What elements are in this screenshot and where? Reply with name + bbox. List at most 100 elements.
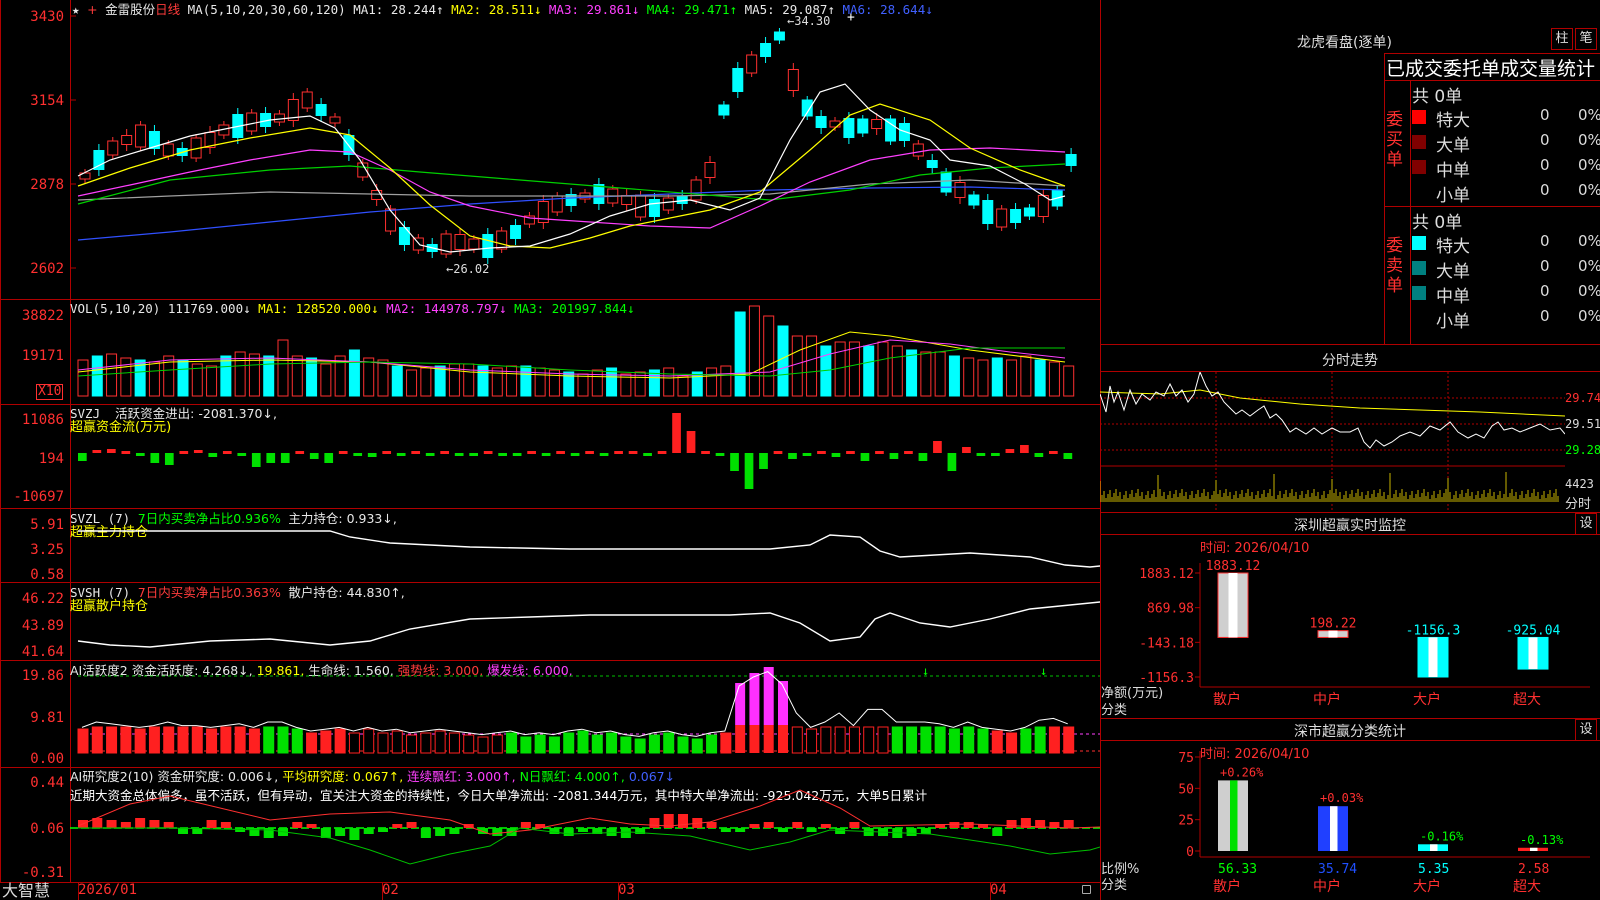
candle [746, 54, 758, 74]
intraday-bottom [1100, 512, 1600, 513]
volume-bar [763, 315, 775, 397]
volume-bar [777, 325, 789, 397]
volume-bar [148, 361, 160, 397]
svzj-bar [440, 451, 450, 454]
dragon-bottom [1100, 344, 1600, 345]
activity-bar [277, 726, 289, 754]
svzj-bar [643, 453, 652, 456]
ai2-chart[interactable]: ↓ ↓ [70, 661, 1100, 767]
activity-bar [749, 673, 760, 725]
svzj-bar [1063, 453, 1073, 459]
divider-footer [0, 882, 1100, 883]
candle [704, 162, 716, 178]
svzj-bar [570, 453, 580, 456]
svzj-bar [266, 453, 276, 463]
classify-value-label: 56.33 [1218, 862, 1257, 877]
monitor-title: 深圳超赢实时监控 [1294, 518, 1406, 534]
volume-bar [1020, 355, 1032, 397]
vol-ylabel-0: 38822 [21, 308, 64, 324]
svzj-chart[interactable] [70, 405, 1100, 508]
candle [871, 119, 883, 129]
activity-bar [191, 726, 203, 754]
candle [1065, 154, 1077, 166]
volume-bar [120, 357, 132, 397]
svzj-bar [237, 453, 247, 456]
svzl-line [78, 530, 1100, 568]
activity-bar [1063, 726, 1075, 754]
activity-bar [834, 726, 846, 754]
svzj-bar [179, 451, 189, 454]
research-bar [520, 822, 531, 828]
candle [968, 194, 980, 206]
activity-bar [749, 725, 760, 753]
candle [940, 171, 952, 193]
activity-bar [377, 732, 389, 754]
buy-order-type: 小单 [1436, 186, 1470, 206]
activity-bar [920, 726, 932, 754]
svsh-ylabel-2: 41.64 [21, 644, 64, 660]
research-bar [235, 828, 246, 832]
classify-chart[interactable]: 75 50 25 0 +0.26% 56.33散户 +0.03% 35.74中户 -0.16%… [1100, 741, 1600, 900]
svzj-bar [759, 453, 768, 469]
volume-chart[interactable] [70, 300, 1100, 404]
candle [468, 238, 480, 250]
volume-bar [577, 373, 589, 397]
activity-bar [735, 725, 746, 753]
svzl-chart[interactable] [70, 509, 1100, 582]
volume-bar [491, 367, 503, 397]
ai2-ylabel-0: 19.86 [21, 668, 64, 684]
research-bar [778, 828, 788, 832]
volume-bar [848, 341, 860, 397]
volume-bar [391, 365, 403, 397]
candle [885, 118, 897, 142]
research-bar [449, 828, 460, 834]
research-bar [563, 828, 574, 836]
buy-total: 共 0单 [1412, 87, 1463, 107]
buy-order-pct: 0% [1578, 106, 1600, 124]
classify-settings-button[interactable]: 设 [1575, 719, 1597, 741]
activity-bar [291, 728, 303, 754]
svzj-bar [367, 453, 377, 457]
svsh-chart[interactable] [70, 583, 1100, 660]
volume-bar [420, 367, 432, 397]
price-chart[interactable] [70, 0, 1100, 299]
candle [454, 234, 466, 250]
svzj-bar [150, 453, 160, 463]
intraday-chart[interactable] [1100, 372, 1565, 512]
activity-bar [720, 732, 732, 754]
lock-icon[interactable] [1082, 885, 1091, 894]
activity-bar [348, 732, 360, 754]
buy-color-swatch [1412, 135, 1426, 149]
svzj-bar [904, 451, 913, 454]
activity-bar [563, 732, 575, 754]
svzj-bar [338, 451, 348, 454]
svzj-bar [135, 453, 145, 456]
svzj-bar [541, 453, 551, 456]
candle [301, 91, 313, 109]
candle [1010, 209, 1022, 223]
activity-bar [906, 726, 918, 754]
research-bar [992, 828, 1003, 836]
tick-view-button[interactable]: 笔 [1575, 28, 1597, 50]
monitor-settings-button[interactable]: 设 [1575, 513, 1597, 535]
monitor-chart[interactable]: 1883.12 869.98 -143.18 -1156.3 1883.12 散户 198… [1100, 535, 1600, 718]
bar-view-button[interactable]: 柱 [1551, 28, 1573, 50]
ai3-chart[interactable] [70, 768, 1100, 882]
sell-label: 委卖单 [1386, 236, 1403, 296]
svzj-bar [512, 453, 522, 456]
svzj-bar [280, 453, 290, 463]
sell-order-qty: 0 [1540, 282, 1550, 300]
buy-order-type: 特大 [1436, 111, 1470, 131]
date-tick-04 [990, 882, 991, 900]
activity-bar [863, 726, 875, 754]
svzl-ylabel-0: 5.91 [30, 517, 64, 533]
price-ylabel-0: 3430 [30, 9, 64, 25]
volume-bar [1034, 359, 1046, 397]
sell-color-swatch [1412, 311, 1426, 325]
price-ylabel-3: 2602 [30, 261, 64, 277]
classify-pct-label: -0.13% [1520, 833, 1564, 847]
activity-bar [634, 738, 646, 754]
ai2-ylabel-1: 9.81 [30, 710, 64, 726]
volume-bar [948, 355, 960, 397]
monitor-ylabel: -1156.3 [1139, 671, 1194, 686]
